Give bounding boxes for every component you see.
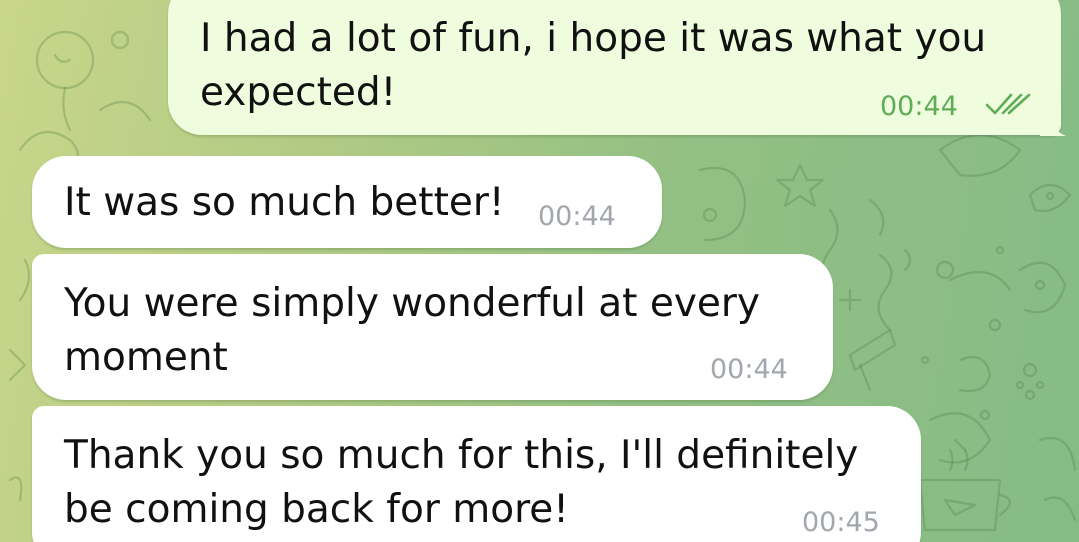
message-text-line: You were simply wonderful at every [64,281,761,326]
message-timestamp: 00:44 [880,91,958,122]
message-text-line: Thank you so much for this, I'll definit… [64,433,859,478]
message-text-line: I had a lot of fun, i hope it was what y… [200,16,987,61]
message-timestamp: 00:45 [802,507,880,538]
message-text-line: moment [64,335,228,380]
message-timestamp: 00:44 [710,354,788,385]
bubble-tail [1040,104,1066,136]
message-text-line: expected! [200,70,397,115]
chat-background: I had a lot of fun, i hope it was what y… [0,0,1079,542]
message-text-line: It was so much better! [64,180,505,225]
message-text-line: be coming back for more! [64,487,569,532]
message-timestamp: 00:44 [538,201,616,232]
double-check-icon [985,93,1031,115]
